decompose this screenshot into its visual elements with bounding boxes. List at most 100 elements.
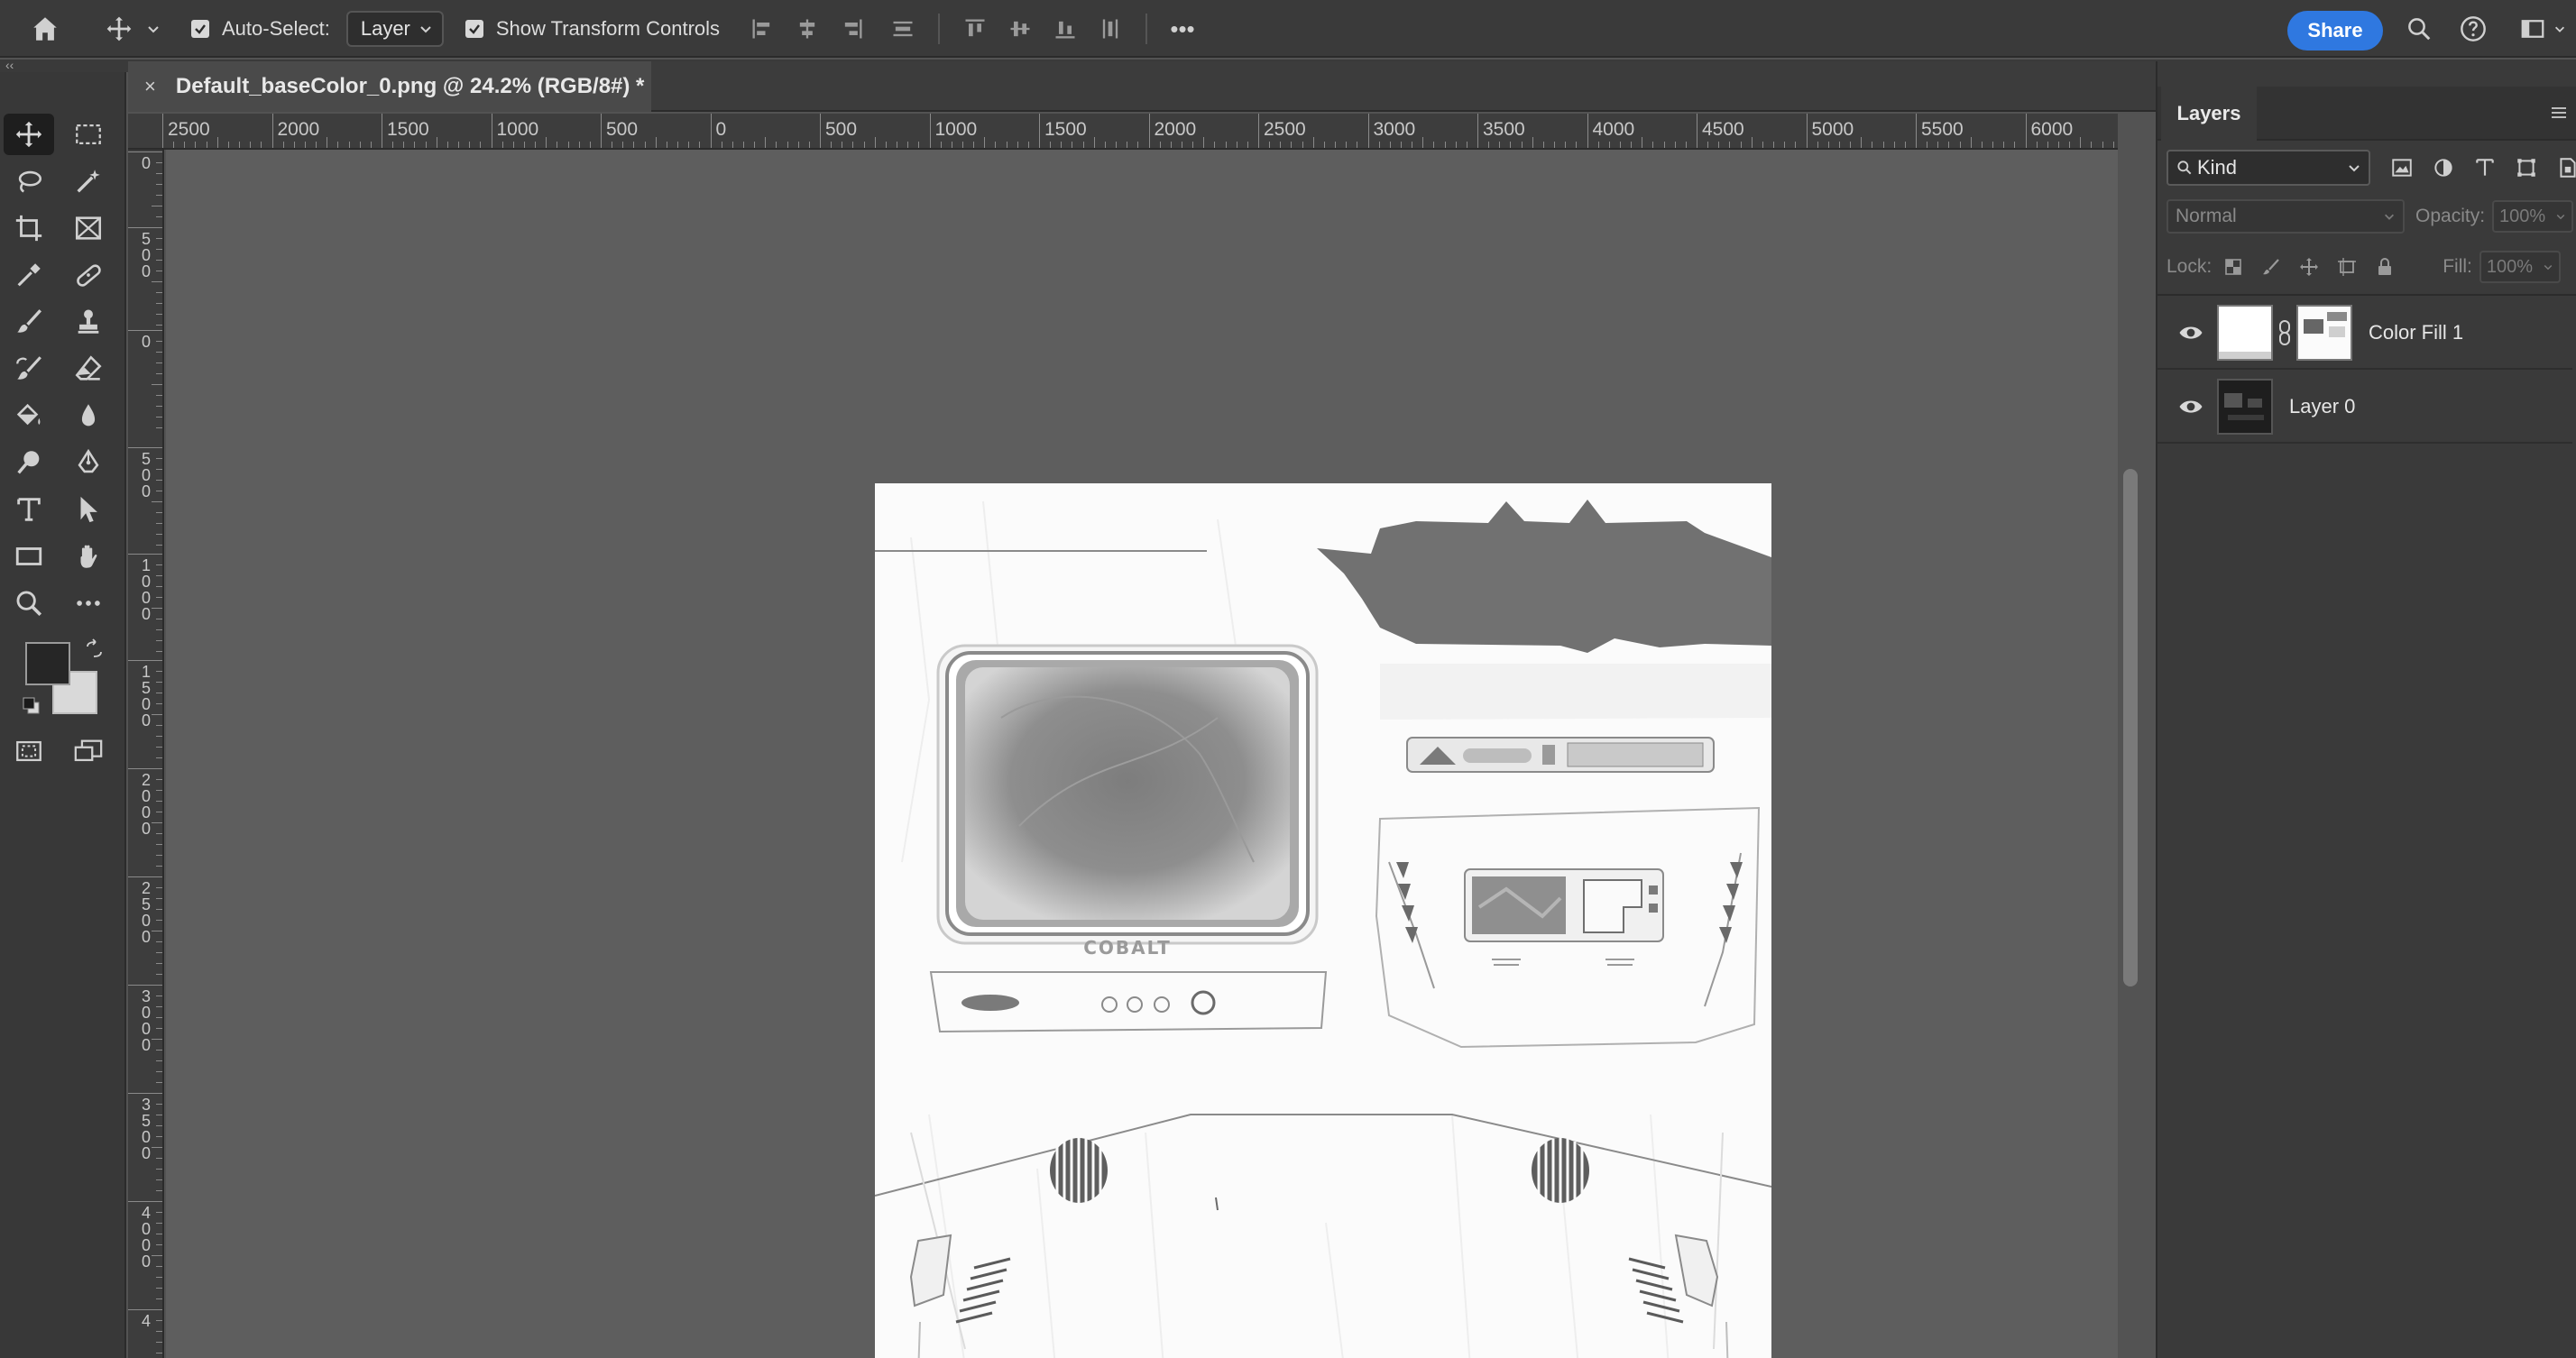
ruler-minor-tick (1247, 142, 1248, 148)
default-colors-button[interactable] (22, 696, 41, 716)
crop-tool[interactable] (4, 207, 54, 249)
share-button[interactable]: Share (2287, 11, 2383, 50)
layer-row-color-fill-1[interactable]: Color Fill 1 (2157, 298, 2572, 370)
ruler-tick (1258, 114, 1259, 148)
blend-mode-dropdown[interactable]: Normal (2167, 199, 2405, 234)
path-selection-tool[interactable] (63, 489, 114, 530)
layer-row-layer-0[interactable]: Layer 0 (2157, 372, 2572, 444)
layer-mask-thumbnail[interactable] (2296, 305, 2352, 361)
move-tool[interactable] (4, 114, 54, 155)
dodge-tool[interactable] (4, 442, 54, 483)
ruler-label: 2500 (141, 879, 151, 946)
smart-object-filter-icon[interactable] (2556, 156, 2576, 179)
align-horizontal-centers-button[interactable] (785, 11, 830, 47)
vertical-scrollbar-thumb[interactable] (2123, 469, 2138, 986)
foreground-color-swatch[interactable] (25, 642, 70, 685)
rectangular-marquee-tool[interactable] (63, 114, 114, 155)
ruler-minor-tick (156, 855, 162, 856)
lock-position-icon[interactable] (2298, 256, 2320, 278)
align-left-edges-button[interactable] (740, 11, 785, 47)
fill-label: Fill: (2443, 256, 2472, 277)
lasso-tool[interactable] (4, 161, 54, 202)
search-button[interactable] (2401, 13, 2437, 45)
type-filter-icon[interactable] (2473, 156, 2497, 179)
ruler-minor-tick (1082, 142, 1084, 148)
move-tool-preset-button[interactable] (99, 13, 166, 45)
workspace-switcher-button[interactable] (2513, 13, 2572, 45)
ruler-minor-tick (2057, 142, 2059, 148)
auto-select-label: Auto-Select: (222, 17, 330, 40)
eye-icon[interactable] (2177, 393, 2204, 420)
screen-mode-button[interactable] (63, 730, 114, 772)
pen-tool[interactable] (63, 442, 114, 483)
quick-mask-button[interactable] (4, 730, 54, 772)
ruler-minor-tick (156, 779, 162, 780)
texture-image: COBALT (875, 483, 1771, 1358)
swap-colors-button[interactable] (83, 638, 105, 660)
filter-kind-value: Kind (2197, 156, 2238, 179)
ruler-minor-tick (403, 142, 405, 148)
bandage-icon (77, 264, 101, 287)
distribute-horizontal-button[interactable] (1088, 11, 1133, 47)
lock-all-icon[interactable] (2374, 256, 2396, 278)
align-bottom-edges-button[interactable] (1043, 11, 1088, 47)
shape-filter-icon[interactable] (2515, 156, 2538, 179)
distribute-vertical-button[interactable] (880, 11, 925, 47)
paint-bucket-tool[interactable] (4, 395, 54, 436)
close-document-button[interactable]: × (144, 75, 156, 98)
rectangle-icon (15, 547, 42, 565)
tab-layers[interactable]: Layers (2161, 87, 2257, 141)
ruler-minor-tick (156, 216, 162, 217)
lock-transparent-pixels-icon[interactable] (2222, 256, 2244, 278)
align-top-edges-button[interactable] (952, 11, 998, 47)
hand-tool[interactable] (63, 536, 114, 577)
lock-artboard-icon[interactable] (2336, 256, 2358, 278)
show-transform-checkbox[interactable] (465, 20, 483, 38)
eyedropper-tool[interactable] (4, 254, 54, 296)
frame-tool[interactable] (63, 207, 114, 249)
image-filter-icon[interactable] (2390, 156, 2414, 179)
magic-wand-tool[interactable] (63, 161, 114, 202)
auto-select-checkbox[interactable] (191, 20, 209, 38)
more-options-button[interactable]: ••• (1160, 11, 1205, 47)
ruler-tick (128, 1093, 162, 1094)
ruler-minor-tick (156, 725, 162, 726)
ruler-minor-tick (742, 142, 744, 148)
ruler-minor-tick (1137, 142, 1139, 148)
ruler-minor-tick (1214, 142, 1216, 148)
fill-input[interactable]: 100% (2479, 251, 2561, 283)
auto-select-dropdown[interactable]: Layer (345, 11, 444, 47)
eraser-tool[interactable] (63, 348, 114, 390)
home-button[interactable] (25, 13, 65, 45)
canvas-area[interactable]: COBALT (166, 150, 2118, 1358)
rectangle-tool[interactable] (4, 536, 54, 577)
ruler-minor-tick (156, 1006, 162, 1007)
align-right-edges-button[interactable] (830, 11, 875, 47)
clone-stamp-tool[interactable] (63, 301, 114, 343)
collapse-toolbar-button[interactable]: ‹‹ (5, 58, 14, 72)
opacity-input[interactable]: 100% (2492, 200, 2574, 233)
magic-wand-icon (77, 170, 100, 193)
help-button[interactable] (2455, 13, 2491, 45)
align-vertical-centers-button[interactable] (998, 11, 1043, 47)
filter-kind-dropdown[interactable]: Kind (2167, 150, 2370, 186)
ruler-minor-tick (480, 142, 482, 148)
link-icon[interactable] (2277, 319, 2293, 346)
panel-menu-icon[interactable] (2549, 103, 2569, 123)
ruler-minor-tick (156, 703, 162, 704)
blur-tool[interactable] (63, 395, 114, 436)
lock-image-pixels-icon[interactable] (2260, 256, 2282, 278)
healing-brush-tool[interactable] (63, 254, 114, 296)
type-tool[interactable] (4, 489, 54, 530)
ruler-minor-tick (156, 406, 162, 407)
edit-toolbar-button[interactable] (63, 583, 114, 624)
history-brush-tool[interactable] (4, 348, 54, 390)
eye-icon[interactable] (2177, 319, 2204, 346)
document-tab[interactable]: × Default_baseColor_0.png @ 24.2% (RGB/8… (128, 61, 651, 112)
ruler-tick (2025, 114, 2027, 148)
home-icon (33, 17, 57, 41)
ruler-minor-tick (512, 142, 514, 148)
zoom-tool[interactable] (4, 583, 54, 624)
brush-tool[interactable] (4, 301, 54, 343)
adjustment-filter-icon[interactable] (2432, 156, 2455, 179)
